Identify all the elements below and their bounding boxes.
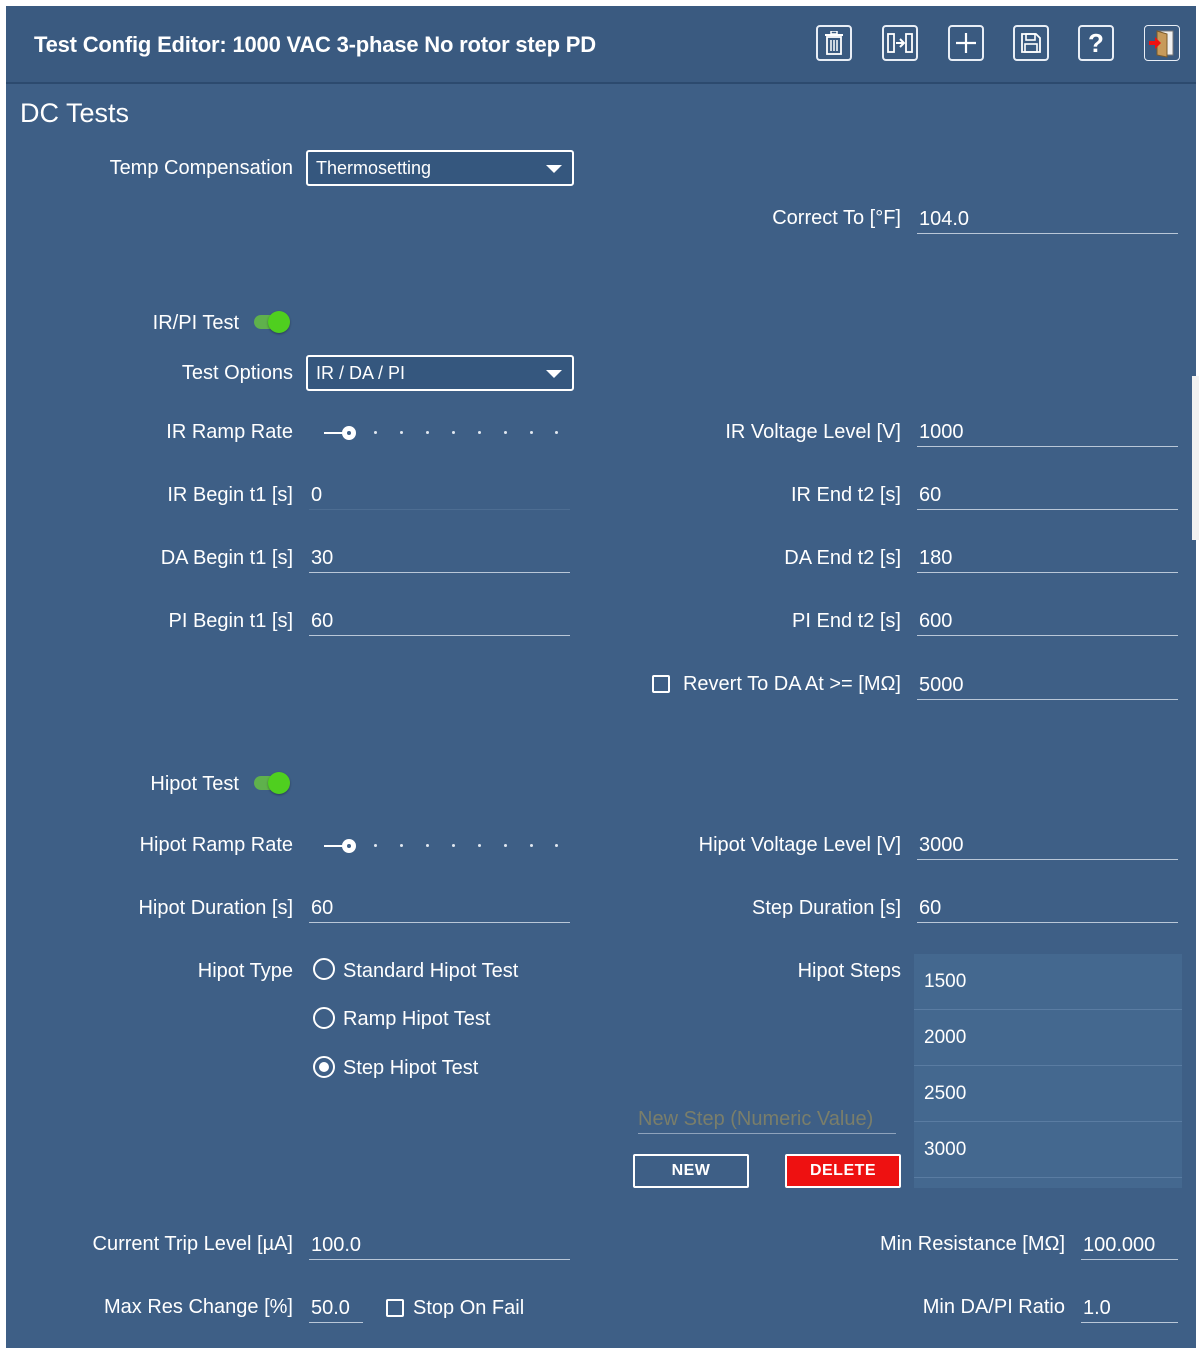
revert-to-da-field[interactable]: 5000 (917, 670, 1178, 700)
da-begin-field[interactable]: 30 (309, 543, 570, 573)
ir-begin-field[interactable]: 0 (309, 480, 570, 510)
test-options-select[interactable]: IR / DA / PI (306, 355, 574, 391)
step-duration-label: Step Duration [s] (752, 897, 901, 919)
min-ratio-label: Min DA/PI Ratio (922, 1296, 1065, 1318)
delete-config-button[interactable] (816, 25, 852, 61)
pi-end-field[interactable]: 600 (917, 606, 1178, 636)
trash-icon (825, 31, 843, 55)
title-bar: Test Config Editor: 1000 VAC 3-phase No … (6, 6, 1196, 84)
max-res-change-field[interactable]: 50.0 (309, 1293, 363, 1323)
ir-pi-test-label: IR/PI Test (152, 312, 239, 334)
stop-on-fail-label: Stop On Fail (413, 1297, 525, 1319)
export-button[interactable] (882, 25, 918, 61)
hipot-test-label: Hipot Test (150, 773, 239, 795)
correct-to-label: Correct To [°F] (772, 207, 901, 229)
step-duration-field[interactable]: 60 (917, 893, 1178, 923)
hipot-duration-label: Hipot Duration [s] (138, 897, 293, 919)
hipot-duration-field[interactable]: 60 (309, 893, 570, 923)
current-trip-field[interactable]: 100.0 (309, 1230, 570, 1260)
pi-end-label: PI End t2 [s] (792, 610, 901, 632)
hipot-type-label: Hipot Type (197, 960, 293, 982)
list-item[interactable]: 1500 (914, 954, 1182, 1010)
help-icon: ? (1088, 28, 1104, 58)
test-options-label: Test Options (181, 362, 293, 384)
dropdown-arrow-icon (546, 165, 562, 173)
exit-button[interactable] (1144, 25, 1180, 61)
save-icon (1021, 33, 1041, 53)
temp-compensation-value: Thermosetting (316, 158, 432, 178)
hipot-steps-list[interactable]: 1500 2000 2500 3000 (914, 954, 1182, 1188)
radio-step-hipot-label: Step Hipot Test (343, 1057, 479, 1079)
temp-compensation-label: Temp Compensation (109, 157, 293, 179)
plus-icon (956, 33, 976, 53)
revert-to-da-label: Revert To DA At >= [MΩ] (682, 673, 901, 695)
hipot-test-toggle[interactable] (254, 772, 290, 794)
radio-step-hipot[interactable] (313, 1056, 335, 1078)
ir-pi-test-toggle[interactable] (254, 311, 290, 333)
ir-ramp-rate-slider[interactable] (324, 423, 564, 443)
hipot-steps-label: Hipot Steps (797, 960, 901, 982)
min-resistance-label: Min Resistance [MΩ] (880, 1233, 1065, 1255)
new-step-input[interactable]: New Step (Numeric Value) (638, 1104, 896, 1134)
revert-to-da-checkbox[interactable] (652, 675, 670, 693)
dropdown-arrow-icon (546, 370, 562, 378)
ir-ramp-rate-label: IR Ramp Rate (166, 421, 293, 443)
pi-begin-field[interactable]: 60 (309, 606, 570, 636)
ir-begin-label: IR Begin t1 [s] (167, 484, 293, 506)
ir-end-field[interactable]: 60 (917, 480, 1178, 510)
list-item[interactable]: 2500 (914, 1066, 1182, 1122)
da-end-label: DA End t2 [s] (784, 547, 901, 569)
add-config-button[interactable] (948, 25, 984, 61)
export-icon (887, 33, 913, 53)
new-step-button[interactable]: NEW (633, 1154, 749, 1188)
da-end-field[interactable]: 180 (917, 543, 1178, 573)
hipot-voltage-field[interactable]: 3000 (917, 830, 1178, 860)
radio-standard-hipot-label: Standard Hipot Test (343, 960, 519, 982)
pi-begin-label: PI Begin t1 [s] (168, 610, 293, 632)
ir-end-label: IR End t2 [s] (790, 484, 901, 506)
radio-standard-hipot[interactable] (313, 958, 335, 980)
hipot-ramp-rate-label: Hipot Ramp Rate (139, 834, 293, 856)
slider-thumb[interactable] (342, 426, 356, 440)
ir-voltage-field[interactable]: 1000 (917, 417, 1178, 447)
window-title: Test Config Editor: 1000 VAC 3-phase No … (34, 32, 596, 57)
min-resistance-field[interactable]: 100.000 (1081, 1230, 1178, 1260)
min-ratio-field[interactable]: 1.0 (1081, 1293, 1178, 1323)
temp-compensation-select[interactable]: Thermosetting (306, 150, 574, 186)
ir-voltage-label: IR Voltage Level [V] (725, 421, 901, 443)
test-options-value: IR / DA / PI (316, 363, 406, 383)
da-begin-label: DA Begin t1 [s] (160, 547, 293, 569)
save-button[interactable] (1013, 25, 1049, 61)
hipot-ramp-rate-slider[interactable] (324, 836, 564, 856)
max-res-change-label: Max Res Change [%] (104, 1296, 293, 1318)
exit-icon (1149, 30, 1174, 58)
radio-ramp-hipot[interactable] (313, 1007, 335, 1029)
help-button[interactable]: ? (1078, 25, 1114, 61)
scrollbar[interactable] (1192, 376, 1199, 540)
list-item[interactable]: 2000 (914, 1010, 1182, 1066)
delete-step-button[interactable]: DELETE (785, 1154, 901, 1188)
radio-ramp-hipot-label: Ramp Hipot Test (343, 1008, 491, 1030)
list-item[interactable]: 3000 (914, 1122, 1182, 1178)
stop-on-fail-checkbox[interactable] (386, 1299, 404, 1317)
slider-thumb[interactable] (342, 839, 356, 853)
section-title: DC Tests (20, 98, 130, 128)
current-trip-label: Current Trip Level [µA] (92, 1233, 294, 1255)
correct-to-field[interactable]: 104.0 (917, 204, 1178, 234)
hipot-voltage-label: Hipot Voltage Level [V] (698, 834, 901, 856)
